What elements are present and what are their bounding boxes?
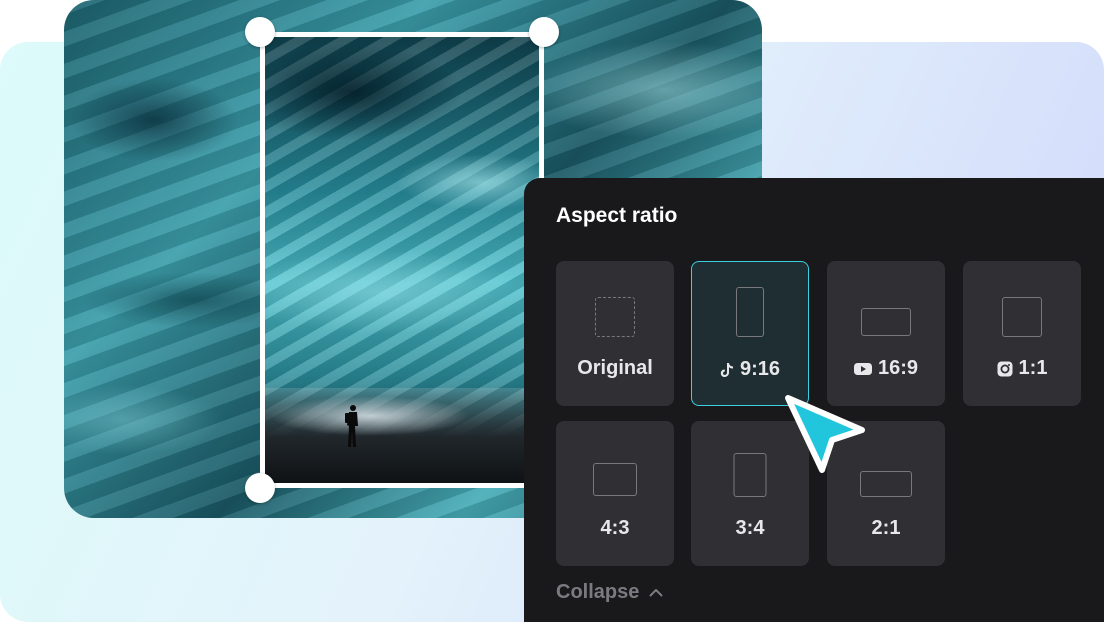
crop-handle-top-left[interactable] <box>245 17 275 47</box>
crop-preview <box>260 32 544 488</box>
ratio-label: 16:9 <box>877 357 919 379</box>
dashed-square-icon <box>595 297 635 337</box>
chevron-up-icon <box>649 589 663 597</box>
youtube-icon <box>853 362 872 375</box>
landscape-4-3-shape-icon <box>593 463 637 496</box>
landscape-shape-icon <box>861 308 911 336</box>
ratio-label: Original <box>577 357 653 379</box>
instagram-icon <box>997 361 1013 376</box>
pointer-cursor-icon <box>785 395 865 473</box>
ratio-option-1-1[interactable]: 1:1 <box>963 261 1081 406</box>
ratio-option-9-16[interactable]: 9:16 <box>691 261 809 406</box>
ratio-label: 1:1 <box>1018 357 1048 379</box>
ratio-label: 3:4 <box>735 517 765 539</box>
ratio-option-4-3[interactable]: 4:3 <box>556 421 674 566</box>
collapse-label: Collapse <box>556 581 640 603</box>
ratio-option-original[interactable]: Original <box>556 261 674 406</box>
ratio-label: 9:16 <box>739 358 781 380</box>
portrait-shape-icon <box>736 287 764 337</box>
ratio-label: 4:3 <box>600 517 630 539</box>
hiker-silhouette <box>345 405 358 447</box>
crop-handle-bottom-left[interactable] <box>245 473 275 503</box>
portrait-3-4-shape-icon <box>733 453 767 497</box>
tiktok-icon <box>720 362 733 377</box>
collapse-button[interactable]: Collapse <box>556 581 663 604</box>
panel-title: Aspect ratio <box>556 204 678 227</box>
ratio-option-16-9[interactable]: 16:9 <box>827 261 945 406</box>
square-shape-icon <box>1002 297 1042 337</box>
ratio-label: 2:1 <box>871 517 901 539</box>
crop-handle-top-right[interactable] <box>529 17 559 47</box>
